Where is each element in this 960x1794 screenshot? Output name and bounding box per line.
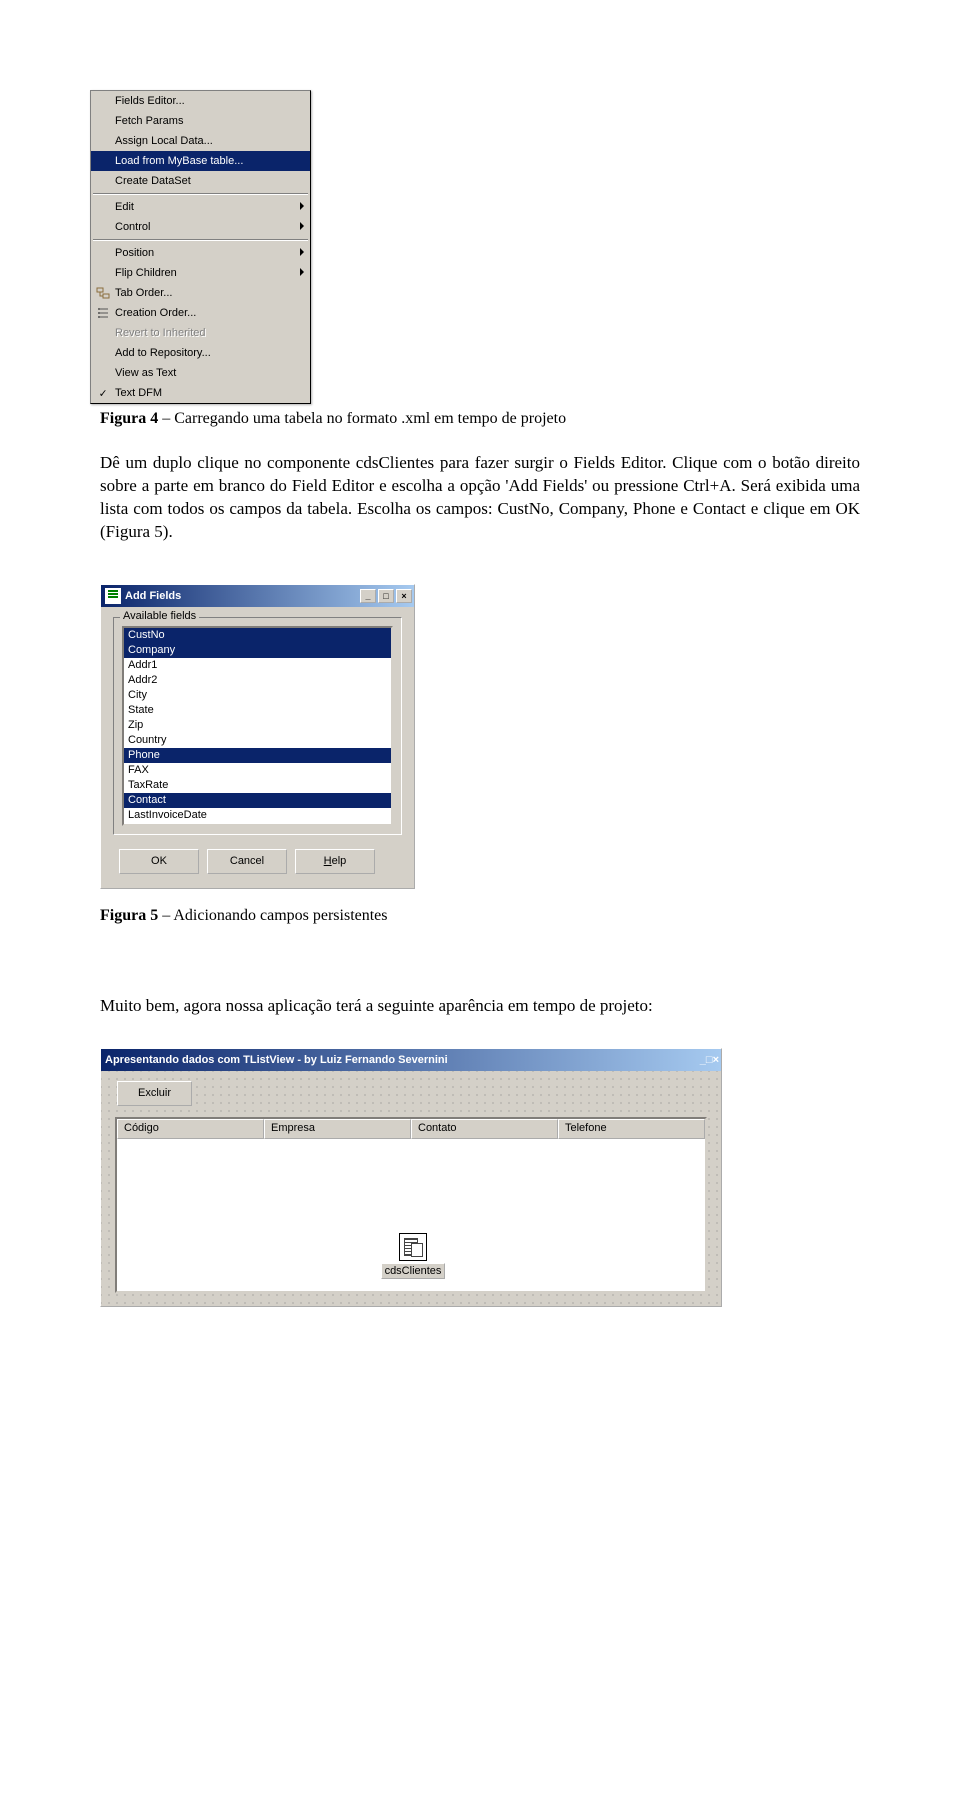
- figure-4-caption: Figura 4 – Carregando uma tabela no form…: [100, 410, 860, 428]
- menu-item-create-dataset[interactable]: Create DataSet: [91, 171, 310, 191]
- list-item[interactable]: State: [124, 703, 391, 718]
- dialog-titlebar[interactable]: Add Fields _ □ ×: [101, 585, 414, 607]
- submenu-arrow-icon: [300, 202, 304, 210]
- submenu-arrow-icon: [300, 248, 304, 256]
- list-item[interactable]: Addr2: [124, 673, 391, 688]
- fieldset-legend: Available fields: [120, 610, 199, 622]
- menu-item-control[interactable]: Control: [91, 217, 310, 237]
- menu-item-assign-local-data[interactable]: Assign Local Data...: [91, 131, 310, 151]
- cancel-button[interactable]: Cancel: [207, 849, 287, 874]
- column-header[interactable]: Contato: [411, 1119, 558, 1139]
- menu-item-creation-order[interactable]: Creation Order...: [91, 303, 310, 323]
- fields-listbox[interactable]: CustNo Company Addr1 Addr2 City State Zi…: [122, 626, 393, 826]
- list-item[interactable]: TaxRate: [124, 778, 391, 793]
- menu-item-view-as-text[interactable]: View as Text: [91, 363, 310, 383]
- list-item[interactable]: City: [124, 688, 391, 703]
- add-fields-dialog: Add Fields _ □ × Available fields CustNo…: [100, 584, 415, 889]
- menu-item-revert-to-inherited: Revert to Inherited: [91, 323, 310, 343]
- tab-order-icon: [96, 286, 110, 300]
- list-item[interactable]: Company: [124, 643, 391, 658]
- column-header[interactable]: Código: [117, 1119, 264, 1139]
- paragraph-2: Muito bem, agora nossa aplicação terá a …: [100, 995, 860, 1018]
- form-titlebar[interactable]: Apresentando dados com TListView - by Lu…: [101, 1049, 721, 1071]
- listview-header: Código Empresa Contato Telefone: [117, 1119, 705, 1139]
- ok-button[interactable]: OK: [119, 849, 199, 874]
- list-item[interactable]: CustNo: [124, 628, 391, 643]
- paragraph-1: Dê um duplo clique no componente cdsClie…: [100, 452, 860, 544]
- list-item[interactable]: Contact: [124, 793, 391, 808]
- maximize-button[interactable]: □: [378, 589, 394, 603]
- submenu-arrow-icon: [300, 268, 304, 276]
- menu-item-load-from-mybase[interactable]: Load from MyBase table...: [91, 151, 310, 171]
- maximize-button[interactable]: □: [706, 1054, 713, 1066]
- figure-5-caption: Figura 5 – Adicionando campos persistent…: [100, 907, 860, 925]
- list-item[interactable]: LastInvoiceDate: [124, 808, 391, 823]
- close-button[interactable]: ×: [396, 589, 412, 603]
- menu-item-position[interactable]: Position: [91, 243, 310, 263]
- dialog-icon: [105, 588, 121, 604]
- help-button[interactable]: Help: [295, 849, 375, 874]
- form-title-text: Apresentando dados com TListView - by Lu…: [105, 1054, 448, 1066]
- menu-item-fetch-params[interactable]: Fetch Params: [91, 111, 310, 131]
- context-menu: Fields Editor... Fetch Params Assign Loc…: [90, 90, 311, 404]
- column-header[interactable]: Empresa: [264, 1119, 411, 1139]
- menu-item-tab-order[interactable]: Tab Order...: [91, 283, 310, 303]
- menu-item-text-dfm[interactable]: ✓Text DFM: [91, 383, 310, 403]
- form-design-window: Apresentando dados com TListView - by Lu…: [100, 1048, 722, 1307]
- list-item[interactable]: Phone: [124, 748, 391, 763]
- creation-order-icon: [96, 306, 110, 320]
- clientdataset-icon: [399, 1233, 427, 1261]
- menu-item-add-to-repository[interactable]: Add to Repository...: [91, 343, 310, 363]
- list-item[interactable]: Zip: [124, 718, 391, 733]
- dialog-title-text: Add Fields: [125, 590, 181, 602]
- component-label: cdsClientes: [381, 1263, 445, 1279]
- check-icon: ✓: [99, 386, 106, 400]
- form-client-area: Excluir Código Empresa Contato Telefone …: [101, 1071, 721, 1306]
- menu-item-edit[interactable]: Edit: [91, 197, 310, 217]
- submenu-arrow-icon: [300, 222, 304, 230]
- minimize-button[interactable]: _: [360, 589, 376, 603]
- close-button[interactable]: ×: [713, 1054, 719, 1066]
- column-header[interactable]: Telefone: [558, 1119, 705, 1139]
- menu-separator: [93, 193, 308, 195]
- menu-item-fields-editor[interactable]: Fields Editor...: [91, 91, 310, 111]
- available-fields-group: Available fields CustNo Company Addr1 Ad…: [113, 617, 402, 835]
- clientdataset-component[interactable]: cdsClientes: [381, 1233, 445, 1279]
- list-item[interactable]: Addr1: [124, 658, 391, 673]
- menu-separator: [93, 239, 308, 241]
- list-item[interactable]: Country: [124, 733, 391, 748]
- menu-item-flip-children[interactable]: Flip Children: [91, 263, 310, 283]
- excluir-button[interactable]: Excluir: [117, 1081, 192, 1106]
- list-item[interactable]: FAX: [124, 763, 391, 778]
